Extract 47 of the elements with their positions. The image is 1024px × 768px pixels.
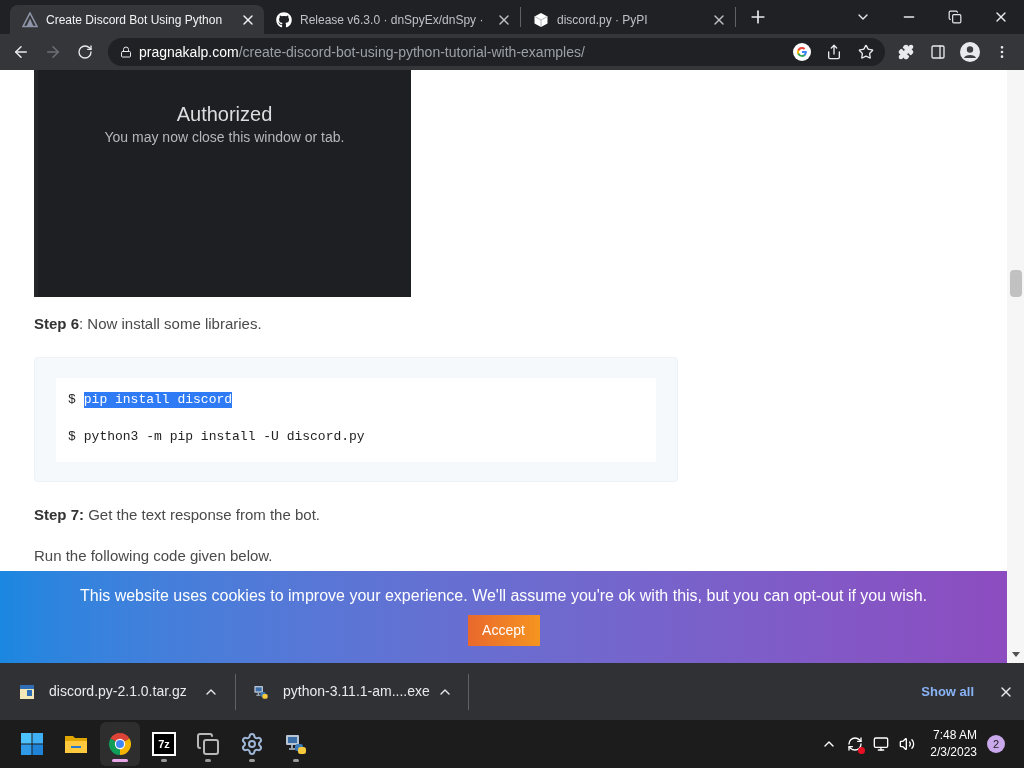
settings-icon xyxy=(240,732,264,756)
show-all-link[interactable]: Show all xyxy=(917,681,978,702)
address-bar[interactable]: pragnakalp.com/create-discord-bot-using-python-tutorial-with-examples/ xyxy=(108,38,885,66)
archiver-logo: 7z xyxy=(152,732,176,756)
url-text: pragnakalp.com/create-discord-bot-using-python-tutorial-with-examples/ xyxy=(139,42,585,62)
restore-icon[interactable] xyxy=(948,10,962,24)
paragraph: Run the following code given below. xyxy=(34,546,273,566)
prompt-symbol: $ xyxy=(68,429,76,445)
github-logo-icon xyxy=(276,11,292,28)
notification-badge[interactable]: 2 xyxy=(987,735,1005,753)
browser-tab[interactable]: Create Discord Bot Using Python xyxy=(10,5,264,34)
grid-logo-icon xyxy=(20,732,44,756)
installer-icon xyxy=(284,732,308,756)
download-file-name[interactable]: discord.py-2.1.0.tar.gz xyxy=(49,681,187,702)
clock-date: 2/3/2023 xyxy=(930,744,977,761)
paragraph: Step 6: Now install some libraries. xyxy=(34,314,262,334)
puzzle-icon[interactable] xyxy=(898,44,914,60)
cube-icon xyxy=(533,11,549,28)
volume-icon[interactable] xyxy=(899,736,916,752)
profile-avatar-icon[interactable] xyxy=(960,42,980,62)
code-command: python3 -m pip install -U discord.py xyxy=(83,429,365,445)
browser-logo-icon xyxy=(108,732,132,756)
cookie-message: This website uses cookies to improve your experience. We'll assume you're ok with this, but you can opt-out if you wish. xyxy=(79,586,928,606)
clock-time: 7:48 AM xyxy=(932,727,977,744)
archive-file-icon xyxy=(19,683,35,700)
paragraph: Step 7: Get the text response from the bot. xyxy=(34,505,320,525)
share-icon[interactable] xyxy=(826,44,842,60)
clock[interactable]: 7:48 AM 2/3/2023 xyxy=(930,727,977,761)
monitor-icon[interactable] xyxy=(873,736,890,752)
scrollbar-thumb[interactable] xyxy=(1009,270,1022,297)
installer-icon xyxy=(253,683,269,700)
scroll-down-arrow-icon[interactable] xyxy=(1011,652,1020,657)
star-icon[interactable] xyxy=(858,44,874,60)
prompt-symbol: $ xyxy=(68,392,76,408)
side-panel-icon[interactable] xyxy=(930,44,946,60)
reload-icon[interactable] xyxy=(77,44,93,60)
triangle-logo-icon xyxy=(22,11,38,28)
image-heading: Authorized xyxy=(176,102,273,127)
taskbar-button[interactable] xyxy=(100,722,140,766)
taskbar-button[interactable]: 7z xyxy=(144,722,184,766)
lock-icon xyxy=(120,46,132,58)
g-logo-icon[interactable] xyxy=(793,43,811,61)
sync-alert-icon[interactable] xyxy=(847,736,864,752)
code-command: pip install discord xyxy=(83,392,233,408)
stacked-windows-icon xyxy=(196,732,220,756)
image-text: You may now close this window or tab. xyxy=(104,128,345,146)
download-file-name[interactable]: python-3.11.1-am....exe xyxy=(283,681,430,702)
